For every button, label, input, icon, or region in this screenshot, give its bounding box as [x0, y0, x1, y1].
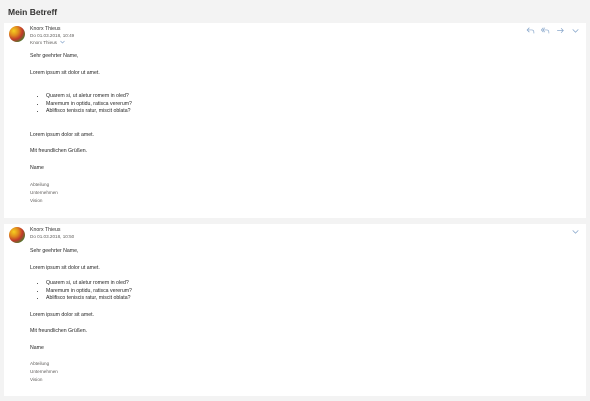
message-date: Do 01.03.2018, 10:49 [30, 33, 75, 38]
list-item: Quarem si, ut aletur romem in oled? [46, 280, 132, 288]
signature-vision: Vision [30, 198, 43, 204]
closing-line: Mit freundlichen Grüßen. [30, 328, 88, 334]
reply-all-icon[interactable] [541, 26, 550, 35]
recipient-name[interactable]: Knorx Thieus [30, 40, 57, 45]
signature-company: Unternehmen [30, 190, 58, 196]
sender-name[interactable]: Knorx Thieus [30, 227, 60, 233]
bullet-list: Quarem si, ut aletur romem in oled? Mare… [30, 280, 132, 303]
list-item: Maremum in optidu, ratisca vererum? [46, 101, 132, 109]
message-body: Sehr geehrter Name, Lorem ipsum sit dolo… [30, 248, 132, 385]
list-item: Ablifisco teniscis ratur, miscit oblata? [46, 108, 132, 116]
signature-department: Abteilung [30, 361, 50, 366]
bullet-list: Quarem si, ut aletur romem in oled? Mare… [30, 93, 132, 116]
list-item: Maremum in optidu, ratisca vererum? [46, 288, 132, 296]
name-line: Name [30, 344, 44, 351]
list-item: Quarem si, ut aletur romem in oled? [46, 93, 132, 101]
outro-line: Lorem ipsum dolor sit amet. [30, 311, 95, 318]
signature-block: Abteilung Unternehmen Vision [30, 181, 132, 206]
conversation-header: Mein Betreff [0, 0, 590, 24]
intro-line: Lorem ipsum sit dolor ut amet. [30, 69, 100, 76]
chevron-down-icon[interactable] [60, 40, 66, 46]
signature-block: Abteilung Unternehmen Vision [30, 360, 132, 385]
recipient-line[interactable]: Knorx Thieus [30, 40, 66, 46]
signature-company: Unternehmen [30, 369, 58, 375]
conversation-subject: Mein Betreff [8, 7, 58, 17]
message-actions [571, 227, 580, 236]
sender-avatar[interactable] [9, 227, 25, 243]
greeting: Sehr geehrter Name, [30, 248, 79, 254]
outro-line: Lorem ipsum dolor sit amet. [30, 131, 95, 138]
message-actions [526, 26, 580, 35]
reply-icon[interactable] [526, 26, 535, 35]
signature-vision: Vision [30, 377, 43, 383]
message-body: Sehr geehrter Name, Lorem ipsum sit dolo… [30, 53, 132, 206]
message-date: Do 01.03.2018, 10:50 [30, 234, 75, 239]
chevron-down-icon[interactable] [571, 227, 580, 236]
signature-department: Abteilung [30, 182, 50, 187]
list-item: Ablifisco teniscis ratur, miscit oblata? [46, 295, 132, 303]
sender-name[interactable]: Knorx Thieus [30, 26, 60, 32]
closing-line: Mit freundlichen Grüßen. [30, 148, 88, 154]
sender-avatar[interactable] [9, 26, 25, 42]
message-card[interactable]: Knorx Thieus Do 01.03.2018, 10:50 Sehr g… [4, 224, 586, 396]
forward-icon[interactable] [556, 26, 565, 35]
chevron-down-icon[interactable] [571, 26, 580, 35]
message-card[interactable]: Knorx Thieus Do 01.03.2018, 10:49 Knorx … [4, 23, 586, 218]
name-line: Name [30, 164, 44, 171]
greeting: Sehr geehrter Name, [30, 53, 79, 59]
intro-line: Lorem ipsum sit dolor ut amet. [30, 264, 100, 271]
